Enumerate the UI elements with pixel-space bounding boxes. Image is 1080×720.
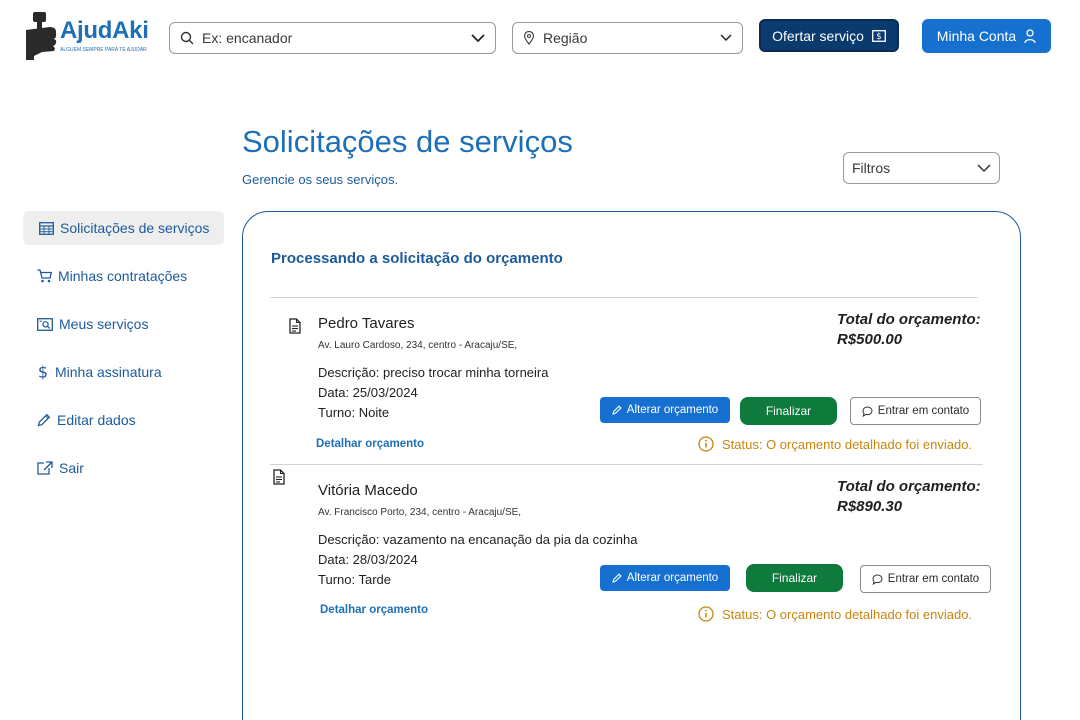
status-text: Status: O orçamento detalhado foi enviad… [722,606,973,622]
dollar-icon: $ [38,364,48,380]
contact-button[interactable]: Entrar em contato [860,565,991,593]
sidebar-item-label: Minha assinatura [55,364,162,380]
document-icon [289,318,301,334]
filters-select[interactable]: Filtros [843,152,1000,184]
chat-bubble-icon [862,405,873,417]
page-subtitle: Gerencie os seus serviços. [242,172,399,187]
filters-label: Filtros [852,160,891,176]
detail-quote-link[interactable]: Detalhar orçamento [316,438,424,450]
total-label: Total do orçamento: [837,478,981,495]
sidebar-item-label: Editar dados [57,412,136,428]
pencil-icon [612,405,622,415]
sidebar-item-edit-data[interactable]: Editar dados [23,403,224,437]
sidebar-item-my-hirings[interactable]: Minhas contratações [23,259,224,293]
sidebar-nav: Solicitações de serviços Minhas contrata… [23,211,224,499]
info-icon [698,606,714,622]
calendar-icon [39,221,54,235]
chevron-down-icon [977,163,991,172]
page-title: Solicitações de serviços [242,124,573,159]
sidebar-item-service-requests[interactable]: Solicitações de serviços [23,211,224,245]
sidebar-item-label: Minhas contratações [58,268,188,284]
client-address: Av. Lauro Cardoso, 234, centro - Aracaju… [318,340,518,351]
finish-label: Finalizar [771,571,818,585]
offer-service-button[interactable]: Ofertar serviço $ [759,19,899,52]
region-select[interactable]: Região [512,22,743,54]
request-shift: Turno: Tarde [318,572,391,587]
user-icon [1024,28,1036,43]
panel-heading: Processando a solicitação do orçamento [271,250,563,267]
request-description: Descrição: vazamento na encanação da pia… [318,532,638,547]
request-description: Descrição: preciso trocar minha torneira [318,365,549,380]
total-value: R$890.30 [837,498,903,515]
chevron-down-icon[interactable] [720,34,732,42]
cart-icon [37,269,52,283]
sidebar-item-label: Solicitações de serviços [60,220,210,236]
chevron-down-icon[interactable] [471,33,485,43]
alter-quote-label: Alterar orçamento [626,404,719,416]
request-card: Pedro Tavares Av. Lauro Cardoso, 234, ce… [243,298,1022,463]
document-icon [273,469,285,485]
search-placeholder: Ex: encanador [202,30,293,46]
finish-button[interactable]: Finalizar [740,397,837,425]
status-text: Status: O orçamento detalhado foi enviad… [722,436,973,452]
status-message: Status: O orçamento detalhado foi enviad… [698,436,972,452]
client-address: Av. Francisco Porto, 234, centro - Araca… [318,507,522,518]
svg-text:$: $ [38,364,48,380]
sidebar-item-my-subscription[interactable]: $ Minha assinatura [23,355,224,389]
finish-label: Finalizar [765,404,812,418]
location-pin-icon [523,31,535,45]
request-card: Vitória Macedo Av. Francisco Porto, 234,… [243,465,1022,630]
region-placeholder: Região [543,30,588,46]
brand-tagline: ALGUÉM SEMPRE PARA TE AJUDAR [60,47,147,53]
request-date: Data: 25/03/2024 [318,385,418,400]
total-label: Total do orçamento: [837,311,981,328]
client-name: Pedro Tavares [318,315,415,332]
sidebar-item-label: Meus serviços [59,316,149,332]
contact-button[interactable]: Entrar em contato [850,397,981,425]
external-link-icon [37,461,53,475]
status-message: Status: O orçamento detalhado foi enviad… [698,606,972,622]
info-icon [698,436,714,452]
request-shift: Turno: Noite [318,405,390,420]
alter-quote-button[interactable]: Alterar orçamento [600,397,730,423]
contact-label: Entrar em contato [887,573,980,585]
sidebar-item-label: Sair [59,460,84,476]
contact-label: Entrar em contato [877,405,970,417]
search-icon [180,31,194,45]
sidebar-item-logout[interactable]: Sair [23,451,224,485]
my-account-button[interactable]: Minha Conta [922,19,1051,53]
money-bill-icon: $ [871,29,886,42]
offer-service-label: Ofertar serviço [772,27,864,44]
brand-logo[interactable]: AjudAki ALGUÉM SEMPRE PARA TE AJUDAR [24,12,154,62]
requests-panel: Processando a solicitação do orçamento P… [242,211,1021,720]
brand-name: AjudAki [60,17,149,44]
helping-hand-logo-icon [26,12,57,60]
request-date: Data: 28/03/2024 [318,552,418,567]
alter-quote-label: Alterar orçamento [626,572,719,584]
search-document-icon [37,317,53,331]
alter-quote-button[interactable]: Alterar orçamento [600,565,730,591]
finish-button[interactable]: Finalizar [746,564,843,592]
pencil-icon [612,573,622,583]
sidebar-item-my-services[interactable]: Meus serviços [23,307,224,341]
client-name: Vitória Macedo [318,482,418,499]
pencil-icon [37,413,51,427]
detail-quote-link[interactable]: Detalhar orçamento [320,604,428,616]
search-input[interactable]: Ex: encanador [169,22,496,54]
svg-text:$: $ [876,32,881,42]
my-account-label: Minha Conta [936,28,1017,44]
chat-bubble-icon [872,573,883,585]
total-value: R$500.00 [837,331,903,348]
